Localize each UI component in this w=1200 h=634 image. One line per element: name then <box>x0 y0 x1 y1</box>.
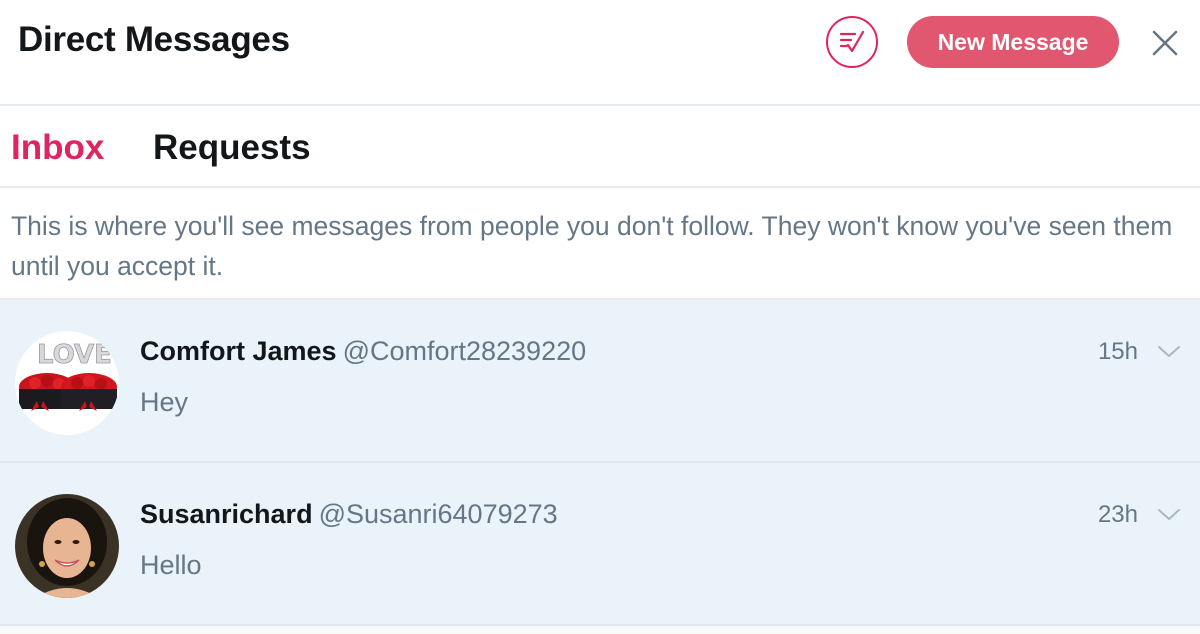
list-bottom-edge <box>0 626 1200 634</box>
conversation-header: Comfort James @Comfort28239220 <box>140 336 586 367</box>
tab-inbox[interactable]: Inbox <box>11 128 104 168</box>
avatar[interactable] <box>15 494 119 598</box>
conversation-timestamp: 23h <box>1097 501 1138 528</box>
dm-header: Direct Messages New Message <box>0 0 1200 106</box>
tab-requests[interactable]: Requests <box>153 128 311 168</box>
mark-all-read-button[interactable] <box>826 16 878 68</box>
conversation-item[interactable]: Susanrichard @Susanri64079273 23h Hello <box>0 463 1200 626</box>
chevron-down-icon[interactable] <box>1156 505 1182 523</box>
requests-notice: This is where you'll see messages from p… <box>0 188 1200 300</box>
user-handle: @Susanri64079273 <box>318 499 558 529</box>
conversation-timestamp: 15h <box>1097 338 1138 365</box>
conversation-item[interactable]: LOVE Comfort James @Comfort28239220 15h H… <box>0 300 1200 463</box>
close-button[interactable] <box>1150 28 1180 58</box>
user-display-name: Comfort James <box>140 336 337 366</box>
love-roses-avatar: LOVE <box>15 331 119 435</box>
svg-text:LOVE: LOVE <box>37 340 112 370</box>
chevron-down-icon[interactable] <box>1156 342 1182 360</box>
close-icon <box>1152 30 1178 56</box>
dm-tabs: Inbox Requests <box>0 106 1200 188</box>
user-display-name: Susanrichard <box>140 499 313 529</box>
page-title: Direct Messages <box>18 20 290 59</box>
user-handle: @Comfort28239220 <box>342 336 587 366</box>
mark-all-read-icon <box>839 30 865 53</box>
new-message-button[interactable]: New Message <box>907 16 1119 68</box>
conversation-header: Susanrichard @Susanri64079273 <box>140 499 558 530</box>
message-preview: Hello <box>140 550 202 580</box>
woman-portrait-avatar <box>15 494 119 598</box>
avatar[interactable]: LOVE <box>15 331 119 435</box>
message-preview: Hey <box>140 387 189 417</box>
